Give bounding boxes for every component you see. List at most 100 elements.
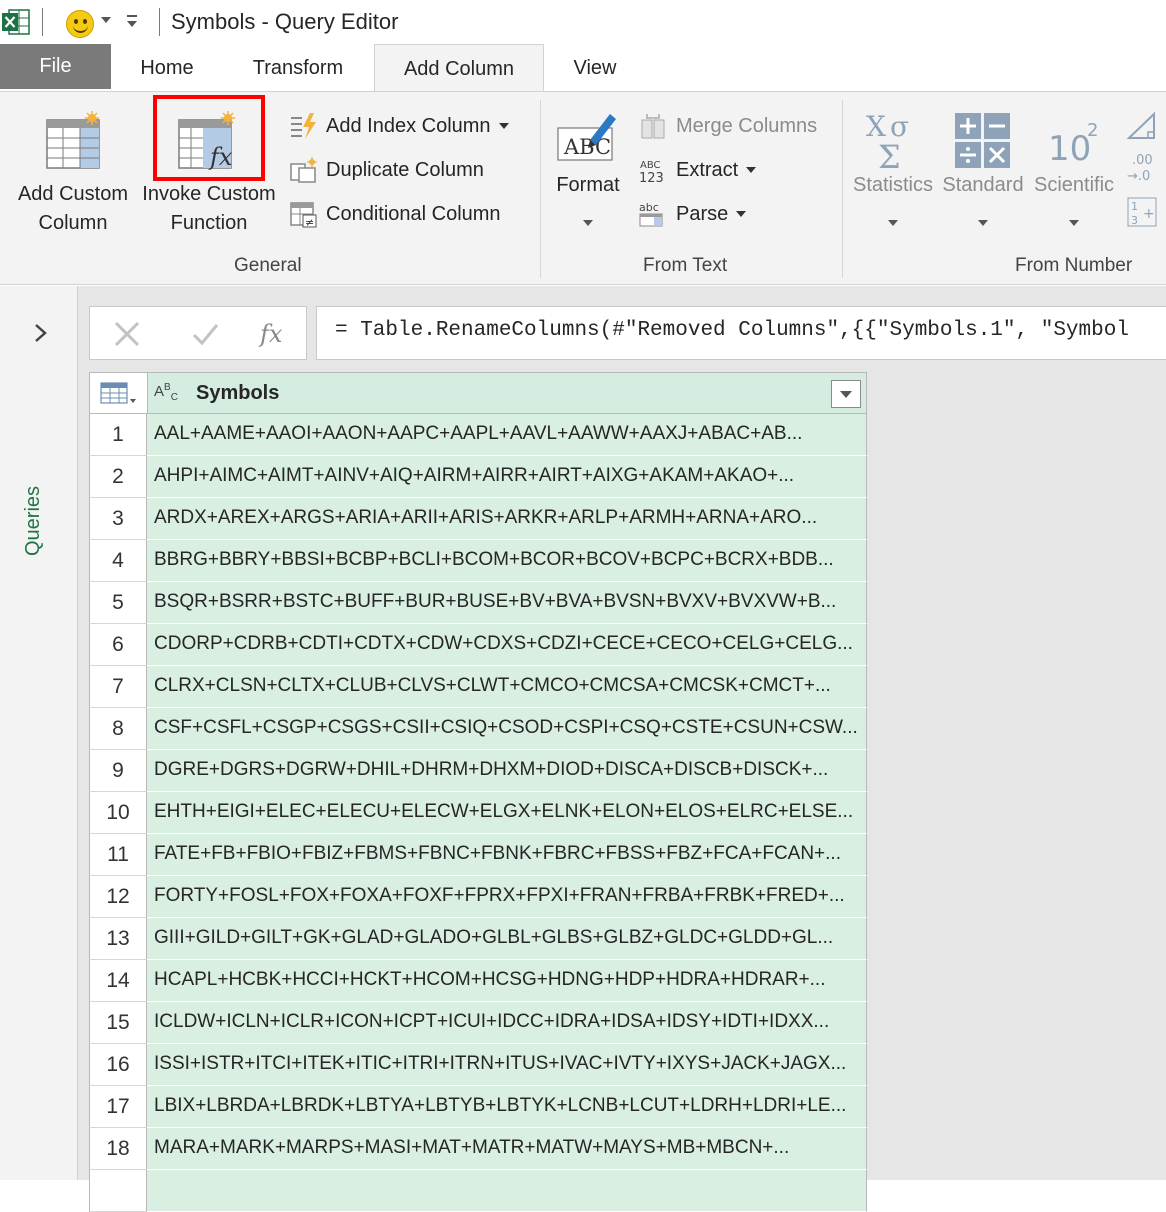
- row-number[interactable]: 15: [89, 1002, 147, 1044]
- window-title: Symbols - Query Editor: [171, 9, 399, 34]
- tab-file[interactable]: File: [0, 44, 111, 89]
- format-button[interactable]: ABC Format: [550, 106, 626, 236]
- duplicate-column-label: Duplicate Column: [326, 158, 484, 181]
- merge-columns-button[interactable]: Merge Columns: [638, 109, 817, 143]
- row-number[interactable]: 2: [89, 456, 147, 498]
- statistics-label: Statistics: [852, 174, 934, 196]
- ribbon-add-column: Add Custom Column fx Invoke Custom Funct…: [0, 91, 1166, 285]
- symbols-cell[interactable]: DGRE+DGRS+DGRW+DHIL+DHRM+DHXM+DIOD+DISCA…: [147, 750, 867, 792]
- information-icon[interactable]: 1 3 +: [1126, 196, 1160, 228]
- extract-dropdown-icon[interactable]: [746, 167, 757, 173]
- row-number[interactable]: 18: [89, 1128, 147, 1170]
- symbols-cell[interactable]: CLRX+CLSN+CLTX+CLUB+CLVS+CLWT+CMCO+CMCSA…: [147, 666, 867, 708]
- data-grid: ABC Symbols 1 AAL+AAME+AAOI+AAON+AAPC+AAP…: [89, 372, 867, 1212]
- row-number[interactable]: 13: [89, 918, 147, 960]
- svg-text:Σ: Σ: [878, 138, 901, 170]
- row-number[interactable]: 9: [89, 750, 147, 792]
- symbols-cell[interactable]: LBIX+LBRDA+LBRDK+LBTYA+LBTYB+LBTYK+LCNB+…: [147, 1086, 867, 1128]
- row-number[interactable]: 8: [89, 708, 147, 750]
- row-number[interactable]: 1: [89, 414, 147, 456]
- trigonometry-icon[interactable]: [1126, 110, 1158, 142]
- row-number[interactable]: 17: [89, 1086, 147, 1128]
- row-number[interactable]: 7: [89, 666, 147, 708]
- title-separator: [42, 8, 43, 36]
- add-custom-column-label: Add Custom Column: [17, 183, 129, 234]
- parse-dropdown-icon[interactable]: [736, 211, 747, 217]
- row-number[interactable]: 12: [89, 876, 147, 918]
- table-row: 11 FATE+FB+FBIO+FBIZ+FBMS+FBNC+FBNK+FBRC+…: [89, 834, 867, 876]
- table-menu-button[interactable]: [90, 373, 148, 413]
- symbols-cell[interactable]: [147, 1170, 867, 1212]
- symbols-cell[interactable]: BSQR+BSRR+BSTC+BUFF+BUR+BUSE+BV+BVA+BVSN…: [147, 582, 867, 624]
- table-row: 14 HCAPL+HCBK+HCCI+HCKT+HCOM+HCSG+HDNG+HD…: [89, 960, 867, 1002]
- smile-dropdown-icon[interactable]: [101, 17, 111, 23]
- parse-icon: abc: [639, 201, 663, 227]
- symbols-cell[interactable]: MARA+MARK+MARPS+MASI+MAT+MATR+MATW+MAYS+…: [147, 1128, 867, 1170]
- chevron-right-icon[interactable]: [33, 322, 49, 344]
- formula-input[interactable]: = Table.RenameColumns(#"Removed Columns"…: [316, 306, 1166, 360]
- tab-add-column[interactable]: Add Column: [374, 44, 544, 93]
- row-number[interactable]: 10: [89, 792, 147, 834]
- table-row: 13 GIII+GILD+GILT+GK+GLAD+GLADO+GLBL+GLBS…: [89, 918, 867, 960]
- conditional-column-button[interactable]: ≠ Conditional Column: [288, 197, 501, 231]
- symbols-cell[interactable]: HCAPL+HCBK+HCCI+HCKT+HCOM+HCSG+HDNG+HDP+…: [147, 960, 867, 1002]
- row-number[interactable]: 6: [89, 624, 147, 666]
- add-custom-column-button[interactable]: Add Custom Column: [10, 104, 136, 244]
- svg-text:ABC: ABC: [640, 160, 661, 171]
- format-label: Format: [556, 174, 620, 196]
- text-type-icon[interactable]: ABC: [154, 382, 178, 403]
- symbols-cell[interactable]: FATE+FB+FBIO+FBIZ+FBMS+FBNC+FBNK+FBRC+FB…: [147, 834, 867, 876]
- row-number[interactable]: 4: [89, 540, 147, 582]
- statistics-dropdown-icon[interactable]: [888, 220, 898, 226]
- row-number[interactable]: 5: [89, 582, 147, 624]
- row-number[interactable]: 3: [89, 498, 147, 540]
- cancel-formula-icon[interactable]: [112, 319, 142, 349]
- symbols-cell[interactable]: GIII+GILD+GILT+GK+GLAD+GLADO+GLBL+GLBS+G…: [147, 918, 867, 960]
- symbols-cell[interactable]: FORTY+FOSL+FOX+FOXA+FOXF+FPRX+FPXI+FRAN+…: [147, 876, 867, 918]
- send-smile-icon[interactable]: [66, 10, 94, 38]
- formula-bar-buttons: fx: [89, 306, 307, 360]
- symbols-cell[interactable]: AAL+AAME+AAOI+AAON+AAPC+AAPL+AAVL+AAWW+A…: [147, 414, 867, 456]
- quick-access-customize-caret[interactable]: [127, 21, 137, 27]
- row-number[interactable]: [89, 1170, 147, 1212]
- symbols-cell[interactable]: ISSI+ISTR+ITCI+ITEK+ITIC+ITRI+ITRN+ITUS+…: [147, 1044, 867, 1086]
- tab-transform[interactable]: Transform: [223, 44, 373, 92]
- svg-text:→.0: →.0: [1127, 169, 1150, 184]
- quick-access-customize-icon[interactable]: [127, 15, 137, 17]
- symbols-cell[interactable]: BBRG+BBRY+BBSI+BCBP+BCLI+BCOM+BCOR+BCOV+…: [147, 540, 867, 582]
- symbols-cell[interactable]: EHTH+EIGI+ELEC+ELECU+ELECW+ELGX+ELNK+ELO…: [147, 792, 867, 834]
- format-dropdown-icon[interactable]: [583, 220, 593, 226]
- extract-button[interactable]: ABC 123 Extract: [638, 153, 757, 187]
- add-index-column-button[interactable]: Add Index Column: [288, 109, 509, 143]
- symbols-cell[interactable]: AHPI+AIMC+AIMT+AINV+AIQ+AIRM+AIRR+AIRT+A…: [147, 456, 867, 498]
- standard-dropdown-icon[interactable]: [978, 220, 988, 226]
- extract-icon: ABC 123: [639, 160, 664, 184]
- queries-pane-label[interactable]: Queries: [22, 486, 45, 556]
- statistics-button[interactable]: X σ Σ Statistics: [850, 106, 936, 236]
- scientific-button[interactable]: 10 2 Scientific: [1030, 106, 1118, 236]
- extract-label: Extract: [676, 158, 739, 181]
- add-index-column-dropdown-icon[interactable]: [498, 123, 509, 129]
- duplicate-column-button[interactable]: Duplicate Column: [288, 153, 484, 187]
- rounding-icon[interactable]: .00 →.0: [1126, 150, 1160, 184]
- scientific-dropdown-icon[interactable]: [1069, 220, 1079, 226]
- row-number[interactable]: 14: [89, 960, 147, 1002]
- standard-button[interactable]: Standard: [938, 106, 1028, 236]
- column-header-symbols[interactable]: ABC Symbols: [148, 373, 866, 413]
- symbols-cell[interactable]: CSF+CSFL+CSGP+CSGS+CSII+CSIQ+CSOD+CSPI+C…: [147, 708, 867, 750]
- symbols-cell[interactable]: CDORP+CDRB+CDTI+CDTX+CDW+CDXS+CDZI+CECE+…: [147, 624, 867, 666]
- row-number[interactable]: 11: [89, 834, 147, 876]
- column-filter-dropdown[interactable]: [831, 380, 861, 408]
- workspace: Queries fx = Table.RenameColumns(#"Remov…: [0, 286, 1166, 1212]
- symbols-cell[interactable]: ICLDW+ICLN+ICLR+ICON+ICPT+ICUI+IDCC+IDRA…: [147, 1002, 867, 1044]
- conditional-column-icon: ≠: [290, 202, 317, 228]
- confirm-formula-icon[interactable]: [190, 319, 220, 349]
- tab-home[interactable]: Home: [111, 44, 223, 92]
- from-text-group-label: From Text: [643, 255, 728, 276]
- parse-button[interactable]: abc Parse: [638, 197, 747, 231]
- tab-view[interactable]: View: [545, 44, 645, 92]
- fx-icon[interactable]: fx: [256, 315, 290, 351]
- row-number[interactable]: 16: [89, 1044, 147, 1086]
- svg-text:1: 1: [1131, 200, 1138, 213]
- symbols-cell[interactable]: ARDX+AREX+ARGS+ARIA+ARII+ARIS+ARKR+ARLP+…: [147, 498, 867, 540]
